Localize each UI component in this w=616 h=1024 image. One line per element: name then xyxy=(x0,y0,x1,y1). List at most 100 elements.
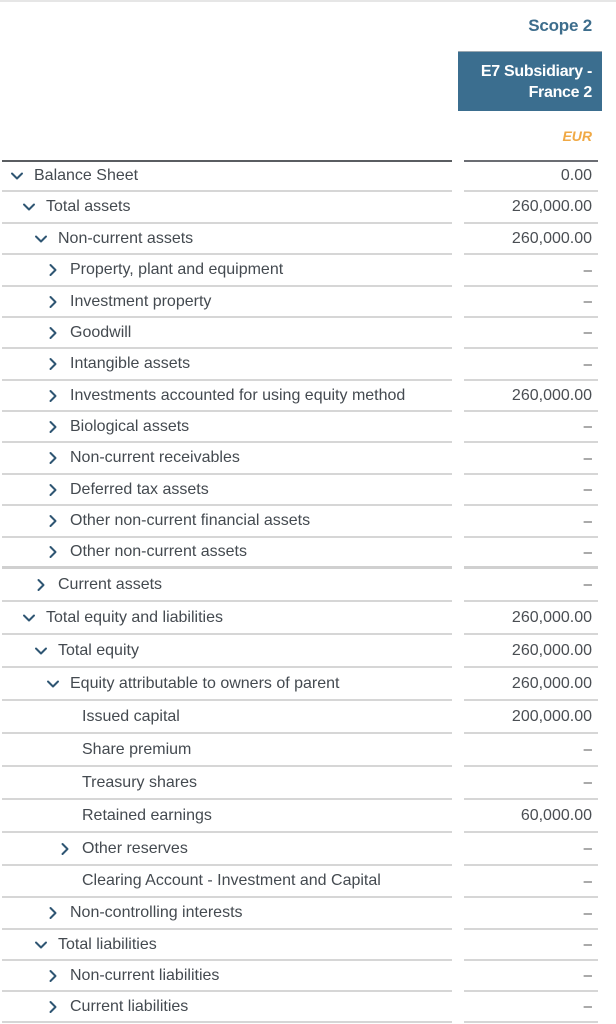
chevron-down-icon[interactable] xyxy=(46,677,60,691)
row-value-cell[interactable]: – xyxy=(464,961,598,992)
table-row[interactable]: Balance Sheet 0.00 xyxy=(0,162,616,192)
chevron-down-icon[interactable] xyxy=(34,644,48,658)
table-row[interactable]: Non-current receivables – xyxy=(0,443,616,475)
row-label-cell: Biological assets xyxy=(2,412,452,443)
row-value-cell[interactable]: 260,000.00 xyxy=(464,668,598,701)
table-row: Issued capital 200,000.00 xyxy=(0,701,616,734)
row-label-cell: Share premium xyxy=(2,734,452,767)
row-label: Non-current liabilities xyxy=(70,966,220,984)
chevron-right-icon[interactable] xyxy=(34,578,48,592)
chevron-right-icon[interactable] xyxy=(46,545,60,559)
row-value-cell[interactable]: – xyxy=(464,475,598,506)
row-value: 260,000.00 xyxy=(511,386,592,404)
table-row[interactable]: Total equity 260,000.00 xyxy=(0,635,616,668)
row-value-cell[interactable]: 200,000.00 xyxy=(464,701,598,734)
row-value-cell[interactable]: – xyxy=(464,734,598,767)
table-row[interactable]: Intangible assets – xyxy=(0,349,616,381)
table-row[interactable]: Other reserves – xyxy=(0,833,616,866)
row-label: Property, plant and equipment xyxy=(70,261,284,278)
table-row[interactable]: Non-current liabilities – xyxy=(0,961,616,992)
row-value: – xyxy=(583,967,592,984)
row-label-cell: Goodwill xyxy=(2,318,452,349)
table-row[interactable]: Investment property – xyxy=(0,287,616,318)
table-row[interactable]: Property, plant and equipment – xyxy=(0,255,616,287)
row-value-cell[interactable]: 260,000.00 xyxy=(464,192,598,224)
row-value-cell[interactable]: – xyxy=(464,833,598,866)
chevron-right-icon[interactable] xyxy=(46,969,60,983)
table-row[interactable]: Non-current assets 260,000.00 xyxy=(0,224,616,255)
row-value-cell[interactable]: – xyxy=(464,930,598,961)
row-value-cell[interactable]: 60,000.00 xyxy=(464,800,598,833)
row-value-cell[interactable]: 0.00 xyxy=(464,162,598,192)
row-label-cell: Property, plant and equipment xyxy=(2,255,452,287)
row-value-cell[interactable]: – xyxy=(464,992,598,1023)
chevron-right-icon[interactable] xyxy=(46,451,60,465)
row-value-cell[interactable]: – xyxy=(464,506,598,538)
row-label: Treasury shares xyxy=(82,773,197,791)
table-row[interactable]: Biological assets – xyxy=(0,412,616,443)
row-label-cell: Other non-current assets xyxy=(2,538,452,569)
row-label: Balance Sheet xyxy=(34,167,139,184)
table-row[interactable]: Investments accounted for using equity m… xyxy=(0,381,616,412)
table-row[interactable]: Total equity and liabilities 260,000.00 xyxy=(0,602,616,635)
table-row[interactable]: Other non-current assets – xyxy=(0,538,616,569)
row-value-cell[interactable]: – xyxy=(464,538,598,569)
chevron-down-icon[interactable] xyxy=(22,200,36,214)
chevron-right-icon[interactable] xyxy=(46,389,60,403)
table-row[interactable]: Current assets – xyxy=(0,569,616,602)
chevron-right-icon[interactable] xyxy=(58,842,72,856)
row-label-cell: Total equity and liabilities xyxy=(2,602,452,635)
chevron-down-icon[interactable] xyxy=(22,611,36,625)
row-label: Total assets xyxy=(46,198,131,215)
row-label: Goodwill xyxy=(70,323,132,341)
chevron-down-icon[interactable] xyxy=(34,232,48,246)
row-value-cell[interactable]: – xyxy=(464,287,598,318)
table-row: Clearing Account - Investment and Capita… xyxy=(0,866,616,898)
row-label-cell: Non-current liabilities xyxy=(2,961,452,992)
chevron-down-icon[interactable] xyxy=(34,938,48,952)
chevron-right-icon[interactable] xyxy=(46,263,60,277)
row-value-cell[interactable]: – xyxy=(464,255,598,287)
table-row: Share premium – xyxy=(0,734,616,767)
table-row[interactable]: Non-controlling interests – xyxy=(0,898,616,930)
chevron-right-icon[interactable] xyxy=(46,1000,60,1014)
row-value-cell[interactable]: – xyxy=(464,866,598,898)
table-row[interactable]: Other non-current financial assets – xyxy=(0,506,616,538)
chevron-right-icon[interactable] xyxy=(46,906,60,920)
chevron-right-icon[interactable] xyxy=(46,483,60,497)
row-label: Clearing Account - Investment and Capita… xyxy=(82,872,381,889)
row-value-cell[interactable]: – xyxy=(464,443,598,475)
row-value-cell[interactable]: 260,000.00 xyxy=(464,381,598,412)
row-value-cell[interactable]: 260,000.00 xyxy=(464,635,598,668)
table-row[interactable]: Deferred tax assets – xyxy=(0,475,616,506)
entity-column-header[interactable]: E7 Subsidiary - France 2 xyxy=(458,51,602,111)
table-row[interactable]: Total assets 260,000.00 xyxy=(0,192,616,224)
table-row[interactable]: Equity attributable to owners of parent 2… xyxy=(0,668,616,701)
row-value-cell[interactable]: 260,000.00 xyxy=(464,224,598,255)
row-value-cell[interactable]: – xyxy=(464,349,598,381)
row-label-cell: Total assets xyxy=(2,192,452,224)
row-value-cell[interactable]: – xyxy=(464,412,598,443)
row-value-cell[interactable]: – xyxy=(464,318,598,349)
row-label: Retained earnings xyxy=(82,806,212,824)
row-label: Equity attributable to owners of parent xyxy=(70,674,340,692)
chevron-down-icon[interactable] xyxy=(10,169,24,183)
row-value-cell[interactable]: – xyxy=(464,569,598,602)
row-value: – xyxy=(583,998,592,1015)
row-label: Non-current assets xyxy=(58,229,194,247)
chevron-right-icon[interactable] xyxy=(46,420,60,434)
chevron-right-icon[interactable] xyxy=(46,326,60,340)
row-label: Current liabilities xyxy=(70,997,189,1015)
row-value-cell[interactable]: – xyxy=(464,767,598,800)
chevron-right-icon[interactable] xyxy=(46,295,60,309)
row-value-cell[interactable]: – xyxy=(464,898,598,930)
row-value-cell[interactable]: 260,000.00 xyxy=(464,602,598,635)
table-row[interactable]: Total liabilities – xyxy=(0,930,616,961)
table-row[interactable]: Goodwill – xyxy=(0,318,616,349)
chevron-right-icon[interactable] xyxy=(46,357,60,371)
row-label: Intangible assets xyxy=(70,355,191,372)
chevron-right-icon[interactable] xyxy=(46,514,60,528)
row-value: 0.00 xyxy=(560,167,592,184)
table-row[interactable]: Current liabilities – xyxy=(0,992,616,1023)
row-value: – xyxy=(583,904,592,922)
